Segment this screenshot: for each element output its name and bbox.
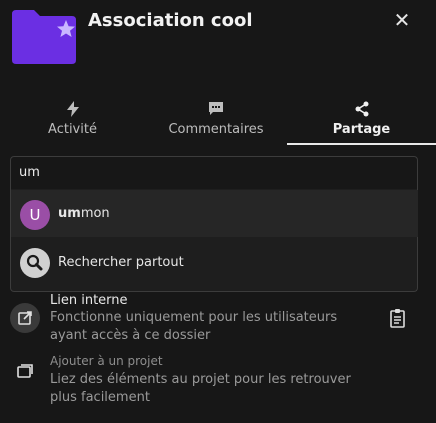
external-link-icon <box>10 303 40 333</box>
page-title: Association cool <box>88 10 253 31</box>
lightning-icon <box>66 101 79 117</box>
internal-link-title: Lien interne <box>50 293 128 308</box>
close-icon[interactable]: ✕ <box>390 8 414 32</box>
add-project-title[interactable]: Ajouter à un projet <box>50 354 163 368</box>
search-input[interactable] <box>17 164 401 181</box>
tab-sharing[interactable]: Partage <box>287 96 436 144</box>
project-icon <box>10 356 40 386</box>
search-icon <box>20 248 50 278</box>
suggestion-rest-text: mon <box>80 206 110 221</box>
share-icon <box>355 101 368 117</box>
tab-activity[interactable]: Activité <box>0 96 145 144</box>
tab-comments-label: Commentaires <box>168 122 264 137</box>
tab-comments[interactable]: Commentaires <box>145 96 287 144</box>
suggestion-dropdown: U ummon Rechercher partout <box>10 189 418 292</box>
tab-activity-label: Activité <box>48 122 97 137</box>
active-tab-indicator <box>287 143 436 145</box>
suggestion-user-ummon[interactable]: U ummon <box>11 190 418 237</box>
clipboard-icon[interactable] <box>388 308 408 330</box>
suggestion-user-label: ummon <box>58 206 110 221</box>
avatar: U <box>20 200 50 230</box>
comment-icon <box>209 102 223 115</box>
folder-icon <box>12 10 76 64</box>
share-search-field[interactable] <box>10 156 418 190</box>
suggestion-search-everywhere[interactable]: Rechercher partout <box>11 239 418 286</box>
internal-link-description: Fonctionne uniquement pour les utilisate… <box>50 310 338 343</box>
tab-sharing-label: Partage <box>332 122 391 137</box>
add-project-description: Liez des éléments au projet pour les ret… <box>50 372 351 405</box>
suggestion-match-text: um <box>58 206 81 221</box>
suggestion-search-label: Rechercher partout <box>58 255 184 270</box>
